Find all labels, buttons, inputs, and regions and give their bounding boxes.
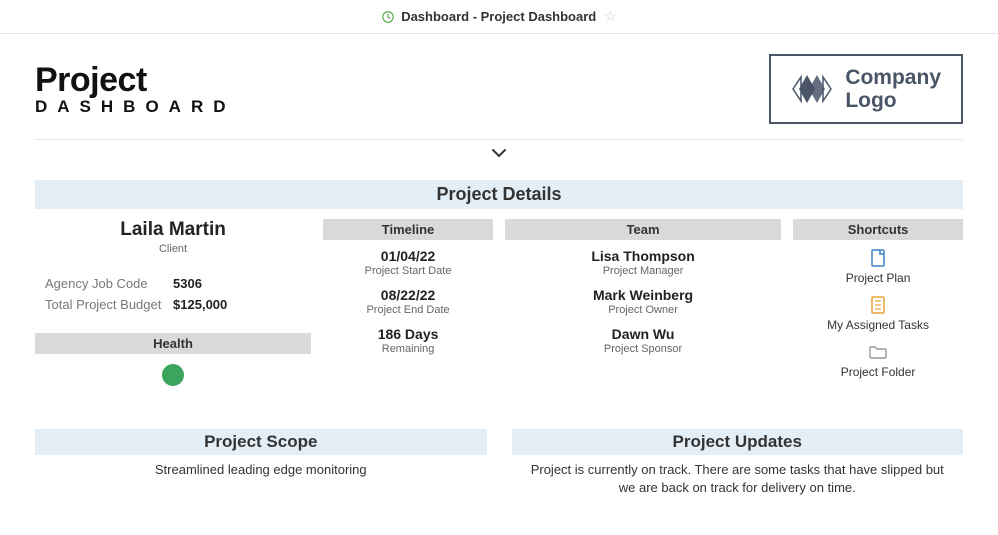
end-date-item: 08/22/22 Project End Date bbox=[323, 287, 493, 316]
team-member-name: Mark Weinberg bbox=[505, 287, 781, 303]
company-logo-mark-icon bbox=[791, 71, 835, 107]
bottom-section: Project Scope Streamlined leading edge m… bbox=[0, 429, 998, 502]
page-title: Project DASHBOARD bbox=[35, 61, 236, 117]
project-updates-text: Project is currently on track. There are… bbox=[512, 455, 964, 502]
shortcuts-column: Shortcuts Project Plan My Assigned Tasks… bbox=[793, 219, 963, 391]
header: Project DASHBOARD Company Logo bbox=[0, 34, 998, 139]
company-logo: Company Logo bbox=[769, 54, 963, 124]
shortcut-label: Project Folder bbox=[793, 365, 963, 379]
client-name: Laila Martin bbox=[35, 219, 311, 241]
shortcut-project-folder[interactable]: Project Folder bbox=[793, 342, 963, 379]
shortcut-project-plan[interactable]: Project Plan bbox=[793, 248, 963, 285]
end-date-label: Project End Date bbox=[323, 304, 493, 316]
timeline-banner: Timeline bbox=[323, 219, 493, 240]
remaining-label: Remaining bbox=[323, 343, 493, 355]
project-details-grid: Laila Martin Client Agency Job Code 5306… bbox=[0, 219, 998, 391]
team-column: Team Lisa Thompson Project Manager Mark … bbox=[505, 219, 781, 391]
favorite-star-icon[interactable]: ☆ bbox=[604, 8, 617, 25]
remaining-value: 186 Days bbox=[323, 326, 493, 342]
project-updates-banner: Project Updates bbox=[512, 429, 964, 455]
page-title-line1: Project bbox=[35, 61, 236, 100]
start-date-label: Project Start Date bbox=[323, 265, 493, 277]
shortcut-my-tasks[interactable]: My Assigned Tasks bbox=[793, 295, 963, 332]
project-scope-text: Streamlined leading edge monitoring bbox=[35, 455, 487, 485]
page-title-line2: DASHBOARD bbox=[35, 97, 236, 117]
team-member-name: Dawn Wu bbox=[505, 326, 781, 342]
start-date-item: 01/04/22 Project Start Date bbox=[323, 248, 493, 277]
team-banner: Team bbox=[505, 219, 781, 240]
top-bar-title: Dashboard - Project Dashboard bbox=[401, 9, 596, 24]
remaining-item: 186 Days Remaining bbox=[323, 326, 493, 355]
health-banner: Health bbox=[35, 333, 311, 354]
health-status-dot-icon bbox=[162, 364, 184, 386]
timeline-column: Timeline 01/04/22 Project Start Date 08/… bbox=[323, 219, 493, 391]
project-updates-column: Project Updates Project is currently on … bbox=[512, 429, 964, 502]
start-date-value: 01/04/22 bbox=[323, 248, 493, 264]
project-scope-column: Project Scope Streamlined leading edge m… bbox=[35, 429, 487, 502]
collapse-divider bbox=[35, 139, 963, 165]
team-member: Lisa Thompson Project Manager bbox=[505, 248, 781, 277]
agency-code-label: Agency Job Code bbox=[45, 276, 173, 291]
end-date-value: 08/22/22 bbox=[323, 287, 493, 303]
client-column: Laila Martin Client Agency Job Code 5306… bbox=[35, 219, 311, 391]
folder-icon bbox=[793, 342, 963, 362]
company-logo-line2: Logo bbox=[845, 89, 941, 112]
team-member-role: Project Owner bbox=[505, 304, 781, 316]
project-details-banner: Project Details bbox=[35, 180, 963, 209]
project-scope-banner: Project Scope bbox=[35, 429, 487, 455]
clock-icon bbox=[381, 10, 395, 24]
team-member-role: Project Sponsor bbox=[505, 343, 781, 355]
health-indicator bbox=[35, 354, 311, 391]
team-member-role: Project Manager bbox=[505, 265, 781, 277]
team-member-name: Lisa Thompson bbox=[505, 248, 781, 264]
company-logo-line1: Company bbox=[845, 66, 941, 89]
agency-code-row: Agency Job Code 5306 bbox=[35, 273, 311, 294]
chevron-down-icon[interactable] bbox=[490, 144, 508, 164]
budget-row: Total Project Budget $125,000 bbox=[35, 294, 311, 315]
team-member: Dawn Wu Project Sponsor bbox=[505, 326, 781, 355]
client-role: Client bbox=[35, 243, 311, 255]
shortcuts-banner: Shortcuts bbox=[793, 219, 963, 240]
budget-label: Total Project Budget bbox=[45, 297, 173, 312]
agency-code-value: 5306 bbox=[173, 276, 301, 291]
company-logo-text: Company Logo bbox=[845, 66, 941, 112]
shortcut-label: My Assigned Tasks bbox=[793, 318, 963, 332]
team-member: Mark Weinberg Project Owner bbox=[505, 287, 781, 316]
document-icon bbox=[793, 248, 963, 268]
shortcut-label: Project Plan bbox=[793, 271, 963, 285]
tasks-icon bbox=[793, 295, 963, 315]
budget-value: $125,000 bbox=[173, 297, 301, 312]
top-bar: Dashboard - Project Dashboard ☆ bbox=[0, 0, 998, 34]
